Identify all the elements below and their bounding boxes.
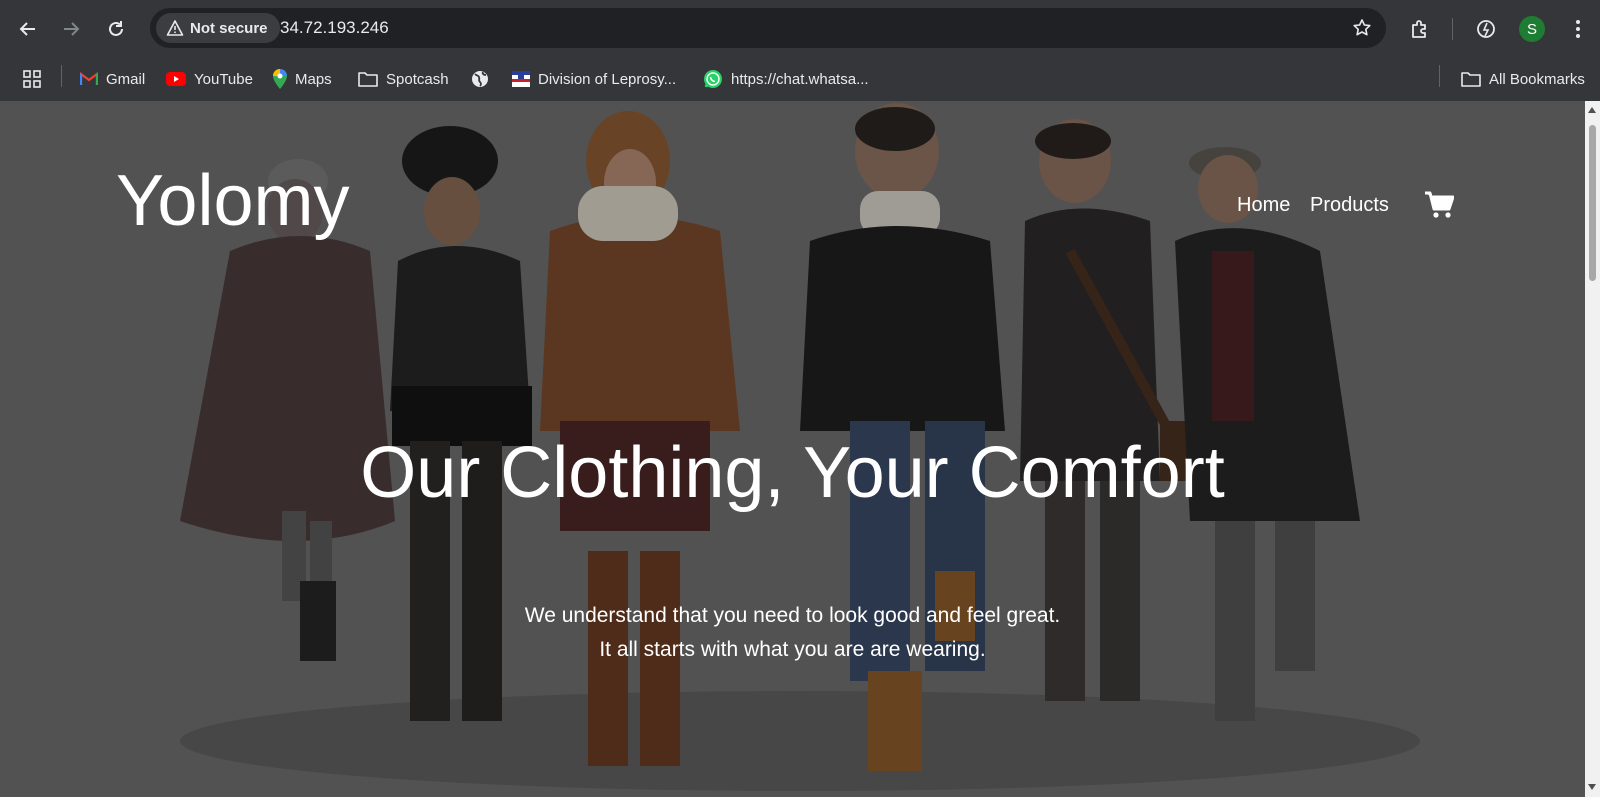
shopping-cart-icon: [1425, 191, 1455, 218]
security-chip[interactable]: Not secure: [156, 13, 280, 43]
menu-button[interactable]: [1562, 13, 1594, 45]
brand-logo[interactable]: Yolomy: [116, 161, 349, 241]
cart-button[interactable]: [1424, 191, 1455, 224]
bookmarks-divider: [61, 65, 62, 87]
back-arrow-icon: [19, 22, 35, 36]
gmail-icon: [80, 72, 98, 85]
youtube-icon: [166, 72, 186, 86]
bookmark-whatsapp[interactable]: https://chat.whatsa...: [703, 66, 869, 92]
forward-arrow-icon: [64, 22, 80, 36]
apps-grid-icon: [23, 70, 41, 88]
hero-headline: Our Clothing, Your Comfort: [360, 433, 1225, 513]
bookmark-spotcash[interactable]: Spotcash: [358, 66, 449, 92]
reload-icon: [109, 21, 123, 36]
bookmarks-divider-right: [1439, 65, 1440, 87]
page-scrollbar[interactable]: [1585, 101, 1600, 797]
performance-button[interactable]: [1470, 13, 1502, 45]
whatsapp-icon: [704, 70, 722, 88]
nav-home-link[interactable]: Home: [1237, 194, 1290, 217]
all-bookmarks-button[interactable]: All Bookmarks: [1461, 66, 1585, 92]
back-button[interactable]: [12, 13, 44, 45]
toolbar-divider: [1452, 18, 1453, 40]
bookmark-globe[interactable]: [471, 66, 489, 92]
forward-button[interactable]: [55, 13, 87, 45]
warning-icon: [166, 20, 184, 36]
bookmark-youtube[interactable]: YouTube: [166, 66, 253, 92]
apps-button[interactable]: [22, 66, 42, 92]
bookmark-label: https://chat.whatsa...: [731, 70, 869, 88]
bookmark-label: Gmail: [106, 70, 146, 88]
page-viewport: Yolomy Home Products Our Clothing, Your …: [0, 101, 1585, 797]
hero-subtext-line2: It all starts with what you are are wear…: [599, 638, 986, 661]
bookmarks-bar: Gmail YouTube Maps Spotcash Division of …: [0, 57, 1600, 101]
profile-avatar[interactable]: S: [1519, 16, 1545, 42]
speedometer-icon: [1477, 20, 1495, 38]
bookmark-maps[interactable]: Maps: [273, 66, 332, 92]
hero-subtext-line1: We understand that you need to look good…: [524, 604, 1061, 627]
nav-products-link[interactable]: Products: [1310, 194, 1389, 217]
extensions-button[interactable]: [1404, 13, 1436, 45]
scroll-down-arrow-icon[interactable]: [1588, 784, 1596, 790]
bookmark-label: YouTube: [194, 70, 253, 88]
all-bookmarks-label: All Bookmarks: [1489, 70, 1585, 88]
scrollbar-thumb[interactable]: [1589, 125, 1596, 281]
more-vertical-icon: [1576, 20, 1580, 38]
bookmark-star-button[interactable]: [1348, 14, 1376, 42]
bookmark-label: Division of Leprosy...: [538, 70, 677, 88]
folder-icon: [358, 72, 378, 87]
url-text[interactable]: 34.72.193.246: [280, 18, 389, 38]
folder-icon: [1461, 72, 1481, 87]
star-icon: [1353, 19, 1371, 36]
bookmark-division-of-leprosy[interactable]: Division of Leprosy...: [512, 66, 676, 92]
security-label: Not secure: [190, 19, 268, 37]
bookmark-gmail[interactable]: Gmail: [80, 66, 145, 92]
browser-toolbar: Not secure 34.72.193.246 S: [0, 0, 1600, 57]
flag-icon: [512, 71, 530, 87]
bookmark-label: Maps: [295, 70, 332, 88]
globe-icon: [472, 71, 488, 87]
bookmark-label: Spotcash: [386, 70, 449, 88]
reload-button[interactable]: [100, 13, 132, 45]
maps-icon: [273, 69, 287, 89]
puzzle-icon: [1412, 20, 1426, 38]
address-bar[interactable]: Not secure 34.72.193.246: [150, 8, 1386, 48]
scroll-up-arrow-icon[interactable]: [1588, 107, 1596, 113]
